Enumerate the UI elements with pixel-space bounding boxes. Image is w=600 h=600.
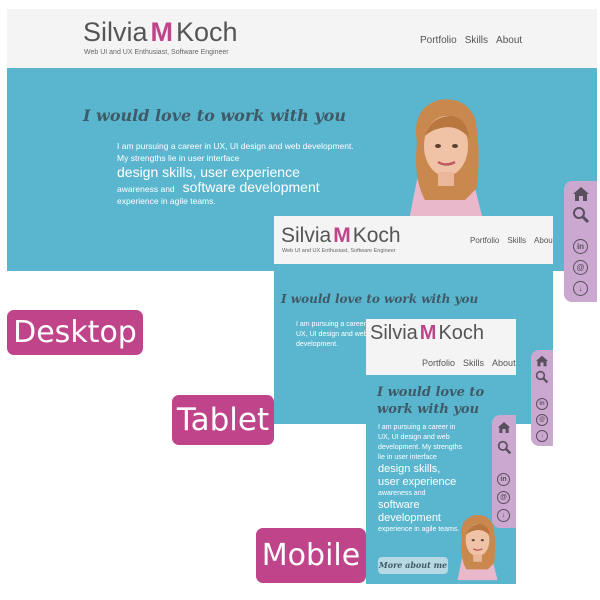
mobile-headline-line-2: work with you xyxy=(377,402,480,417)
more-about-me-button[interactable]: More about me xyxy=(378,557,448,574)
mobile-b2: user experience xyxy=(378,476,457,488)
logo-first-name: Silvia xyxy=(83,17,148,47)
intro-line-2: My strengths lie in user interface xyxy=(117,153,240,163)
mobile-label: Mobile xyxy=(256,528,366,583)
search-icon[interactable] xyxy=(572,206,590,224)
mobile-header: Silvia M Koch Portfolio Skills About xyxy=(366,319,516,375)
intro-line-1: I am pursuing a career in UX, UI design … xyxy=(117,141,354,151)
nav-skills[interactable]: Skills xyxy=(465,35,488,46)
logo-last-name: Koch xyxy=(176,17,238,47)
logo-last-name: Koch xyxy=(352,224,401,247)
intro-big-2: software development xyxy=(182,179,320,195)
logo-middle-initial: M xyxy=(333,224,351,247)
tablet-label: Tablet xyxy=(172,395,274,445)
desktop-sidebar: in @ ↓ xyxy=(564,181,597,302)
mobile-p5: awareness and xyxy=(378,490,426,497)
mobile-nav: Portfolio Skills About xyxy=(414,358,516,368)
mobile-p3: development. My strengths xyxy=(378,444,463,451)
desktop-intro-text: I am pursuing a career in UX, UI design … xyxy=(117,140,354,207)
logo-first-name: Silvia xyxy=(370,322,418,344)
portrait-photo xyxy=(409,99,483,220)
logo-middle-initial: M xyxy=(150,17,174,47)
desktop-header: Silvia M Koch Web UI and UX Enthusiast, So… xyxy=(7,9,597,68)
tablet-header: SilviaMKoch Web UI and UX Enthusiast, So… xyxy=(274,216,553,264)
logo-middle-initial: M xyxy=(419,322,437,344)
mobile-headline: I would love to work with you xyxy=(377,384,484,418)
at-sign-icon[interactable]: @ xyxy=(497,491,510,504)
tablet-nav: Portfolio Skills About xyxy=(462,236,553,245)
nav-portfolio[interactable]: Portfolio xyxy=(470,236,499,245)
linkedin-icon[interactable]: in xyxy=(497,473,510,486)
intro-line-3: awareness and software development xyxy=(117,179,354,195)
desktop-nav: Portfolio Skills About xyxy=(412,35,522,46)
linkedin-icon[interactable]: in xyxy=(573,239,588,254)
nav-skills[interactable]: Skills xyxy=(463,358,484,368)
nav-about[interactable]: About xyxy=(496,35,522,46)
desktop-label: Desktop xyxy=(7,310,143,355)
mobile-headline-line-1: I would love to xyxy=(377,385,485,400)
desktop-logo[interactable]: Silvia M Koch xyxy=(83,17,238,48)
mobile-p1: I am pursuing a career in xyxy=(378,424,456,431)
nav-about[interactable]: About xyxy=(534,236,553,245)
mobile-p2: UX, UI design and web xyxy=(378,434,450,441)
mobile-logo[interactable]: Silvia M Koch xyxy=(370,322,484,345)
at-sign-icon[interactable]: @ xyxy=(573,260,588,275)
download-icon[interactable]: ↓ xyxy=(536,430,548,442)
search-icon[interactable] xyxy=(535,370,549,384)
home-icon[interactable] xyxy=(497,421,511,434)
logo-first-name: Silvia xyxy=(281,224,332,247)
tablet-tagline: Web UI and UX Enthusiast, Software Engin… xyxy=(282,248,396,254)
tablet-sidebar: in @ ↓ xyxy=(531,350,553,446)
nav-portfolio[interactable]: Portfolio xyxy=(420,35,457,46)
home-icon[interactable] xyxy=(535,355,549,367)
search-icon[interactable] xyxy=(497,440,512,455)
mobile-sidebar: in @ ↓ xyxy=(492,415,516,528)
intro-line-3-text: awareness and xyxy=(117,184,175,194)
linkedin-icon[interactable]: in xyxy=(536,398,548,410)
mobile-b1: design skills, xyxy=(378,463,441,475)
tablet-headline: I would love to work with you xyxy=(281,292,479,306)
home-icon[interactable] xyxy=(572,186,590,202)
nav-portfolio[interactable]: Portfolio xyxy=(422,358,455,368)
intro-line-4: experience in agile teams. xyxy=(117,196,216,206)
desktop-headline: I would love to work with you xyxy=(83,106,346,125)
logo-last-name: Koch xyxy=(438,322,485,344)
tablet-logo[interactable]: SilviaMKoch xyxy=(281,224,401,248)
nav-skills[interactable]: Skills xyxy=(507,236,526,245)
desktop-tagline: Web UI and UX Enthusiast, Software Engin… xyxy=(84,49,229,56)
download-icon[interactable]: ↓ xyxy=(573,281,588,296)
download-icon[interactable]: ↓ xyxy=(497,509,510,522)
mobile-p4: lie in user interface xyxy=(378,454,437,461)
nav-about[interactable]: About xyxy=(492,358,516,368)
at-sign-icon[interactable]: @ xyxy=(536,414,548,426)
